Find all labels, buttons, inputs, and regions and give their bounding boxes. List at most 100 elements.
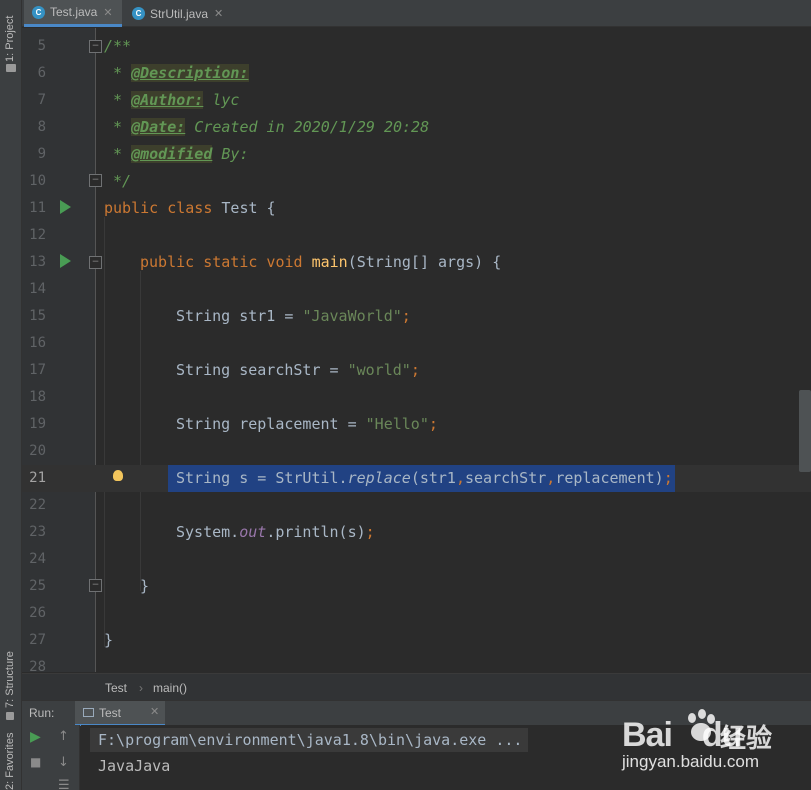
code-line: 13 public static void main(String[] args… [22,249,811,276]
console-icon [83,708,94,717]
line-number: 11 [29,200,46,216]
line-number: 13 [29,254,46,270]
code-text: * @Date: Created in 2020/1/29 20:28 [104,114,429,141]
soft-wrap-icon[interactable]: ☰ [58,778,70,790]
fold-toggle-icon[interactable]: − [89,256,102,269]
declaration-text: String replacement = [176,415,366,433]
args-text: replacement) [555,469,664,487]
run-tab-test[interactable]: Test ✕ [75,701,165,726]
scroll-up-icon[interactable]: ↑ [58,729,69,744]
code-text: public static void main(String[] args) { [140,249,501,276]
params-text: (String[] args) { [347,253,502,271]
line-number: 7 [37,92,46,108]
run-method-icon[interactable] [60,254,71,268]
fold-toggle-icon[interactable]: − [89,579,102,592]
code-text: String replacement = "Hello"; [176,411,438,438]
code-line: 11 public class Test { [22,195,811,222]
declaration-text: String s = StrUtil. [176,469,348,487]
favorites-tool-tab[interactable]: 2: Favorites [4,733,16,790]
code-line: 20 [22,438,811,465]
line-number: 16 [29,335,46,351]
selected-code-text[interactable]: String s = StrUtil.replace(str1,searchSt… [168,465,675,492]
code-line: 15 String str1 = "JavaWorld"; [22,303,811,330]
intention-bulb-icon[interactable] [113,470,123,481]
javadoc-tag: @Author: [131,91,204,109]
args-text: searchStr [465,469,547,487]
breadcrumb-separator-icon: › [139,681,143,695]
stop-icon[interactable]: ■ [30,755,41,769]
code-text: */ [104,172,132,190]
method-call-text: .println(s) [266,523,366,541]
code-text: * @Description: [104,60,249,87]
line-number: 25 [29,578,46,594]
code-line: 27 } [22,627,811,654]
line-number: 26 [29,605,46,621]
static-method-call: replace [347,469,411,487]
javadoc-tag: @Description: [131,64,249,82]
tab-strutil-java[interactable]: C StrUtil.java ✕ [124,0,234,27]
code-line: 8 * @Date: Created in 2020/1/29 20:28 [22,114,811,141]
left-tool-strip: 1: Project 7: Structure 2: Favorites [0,0,22,790]
close-icon[interactable]: ✕ [150,705,159,718]
rerun-icon[interactable]: ▶ [30,729,41,745]
code-text: } [104,631,114,649]
code-text: String str1 = "JavaWorld"; [176,303,411,330]
line-number: 27 [29,632,46,648]
code-line-current: 21 String s = StrUtil.replace(str1,searc… [22,465,811,492]
args-text: (str1 [410,469,456,487]
code-line: 22 [22,492,811,519]
code-line: 5 /** [22,33,811,60]
code-line: 17 String searchStr = "world"; [22,357,811,384]
code-line: 28 [22,654,811,672]
code-text: * @modified By: [104,141,249,168]
line-number: 12 [29,227,46,243]
comma: , [546,469,556,487]
code-text: System.out.println(s); [176,519,375,546]
run-console[interactable]: F:\program\environment\java1.8\bin\java.… [81,725,811,790]
line-number: 20 [29,443,46,459]
breadcrumb-class[interactable]: Test [105,681,127,695]
static-field-text: out [239,523,267,541]
comment-text: * [104,91,132,109]
javadoc-tag: @Date: [131,118,186,136]
line-number: 10 [29,173,46,189]
breadcrumb-method[interactable]: main() [153,681,187,695]
run-toolbar: ▶ ↑ ■ ↓ ☰ [22,725,80,790]
project-tool-tab[interactable]: 1: Project [4,16,16,62]
tab-test-java[interactable]: C Test.java ✕ [24,0,122,27]
scroll-down-icon[interactable]: ↓ [58,755,69,770]
class-name-text: Test { [221,199,276,217]
code-line: 19 String replacement = "Hello"; [22,411,811,438]
java-class-icon: C [132,7,145,20]
close-icon[interactable]: ✕ [214,7,223,20]
code-line: 9 * @modified By: [22,141,811,168]
command-line-text: F:\program\environment\java1.8\bin\java.… [90,728,529,752]
code-line: 18 [22,384,811,411]
structure-tool-tab[interactable]: 7: Structure [4,651,16,708]
code-text: * @Author: lyc [104,87,239,114]
code-line: 6 * @Description: [22,60,811,87]
keyword-text: public class [104,199,222,217]
code-editor[interactable]: 5 /** − 6 * @Description: 7 * @Author: l… [22,28,811,672]
code-line: 10 */ [22,168,811,195]
code-line: 25 } [22,573,811,600]
close-icon[interactable]: ✕ [103,6,112,19]
run-panel-header: Run: Test ✕ [22,700,811,726]
line-number: 18 [29,389,46,405]
fold-toggle-icon[interactable]: − [89,40,102,53]
method-name-text: main [311,253,348,271]
string-literal: "world" [347,361,411,379]
line-number: 19 [29,416,46,432]
line-number: 14 [29,281,46,297]
fold-toggle-icon[interactable]: − [89,174,102,187]
vertical-scrollbar[interactable] [799,390,811,472]
tab-label: Test.java [50,5,98,19]
line-number: 8 [37,119,46,135]
comment-text: * [104,118,132,136]
class-ref-text: System. [176,523,240,541]
folder-icon [6,64,16,72]
run-class-icon[interactable] [60,200,71,214]
line-number: 24 [29,551,46,567]
semicolon: ; [663,469,673,487]
line-number: 5 [37,38,46,54]
